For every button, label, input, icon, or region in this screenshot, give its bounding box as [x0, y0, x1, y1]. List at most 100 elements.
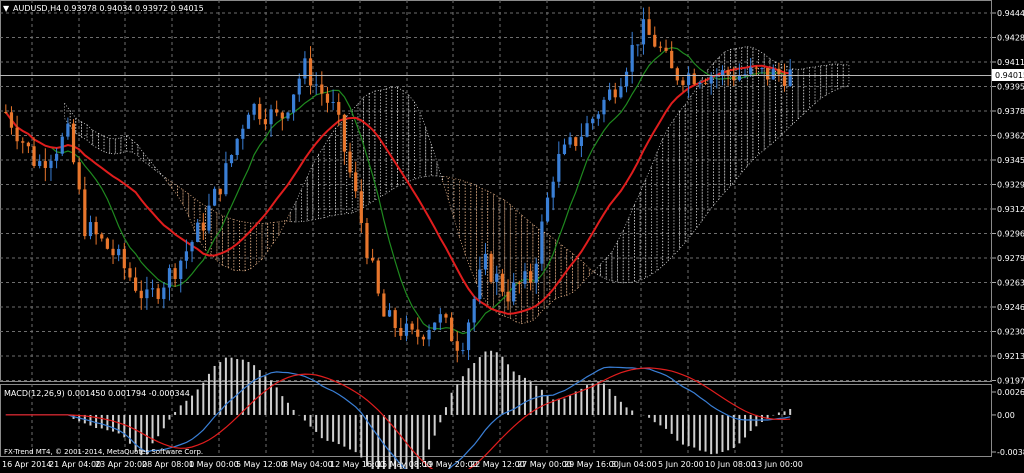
candle-body — [173, 268, 177, 279]
candle-body — [709, 76, 713, 84]
candle-body — [506, 291, 510, 302]
candle-body — [252, 103, 256, 115]
price-tick-label: 0.94280 — [997, 34, 1024, 43]
price-tick-label: 0.92630 — [997, 279, 1024, 288]
candle-body — [591, 118, 595, 124]
chart-canvas[interactable]: 0.94015 0.94445 0.94280 0.94115 0.93950 0.93… — [0, 0, 1024, 473]
candle-body — [399, 328, 403, 336]
candle-body — [196, 222, 200, 242]
time-tick-label: 16 Apr 2014 — [2, 460, 51, 469]
candle-body — [483, 253, 488, 270]
candle-body — [523, 271, 527, 284]
time-tick-label: 1 May 00:00 — [189, 460, 239, 469]
candle-body — [545, 197, 550, 222]
candle-body — [551, 181, 555, 198]
candle-body — [320, 84, 324, 94]
candle-body — [365, 223, 369, 258]
candle-body — [77, 162, 81, 190]
time-tick-label: 5 May 12:00 — [236, 460, 286, 469]
candle-body — [308, 58, 313, 86]
candle-body — [568, 137, 572, 145]
candle-body — [387, 310, 392, 317]
price-tick-label: 0.92465 — [997, 303, 1024, 312]
macd-tick-label: 0.002654 — [997, 388, 1024, 397]
candle-body — [433, 322, 437, 330]
macd-label: MACD(12,26,9) 0.001450 0.001794 -0.00034… — [4, 389, 190, 398]
candle-body — [218, 188, 222, 195]
candle-body — [472, 299, 476, 323]
candle-body — [619, 86, 623, 98]
candle-body — [280, 112, 284, 119]
candle-body — [670, 50, 674, 69]
time-tick-label: 28 Apr 08:00 — [142, 460, 194, 469]
time-tick-label: 5 Jun 20:00 — [658, 460, 704, 469]
candle-body — [325, 93, 330, 103]
trading-chart-window: 0.94015 0.94445 0.94280 0.94115 0.93950 0.93… — [0, 0, 1024, 473]
candle-body — [94, 222, 98, 235]
candle-body — [66, 123, 70, 137]
candle-body — [15, 127, 19, 142]
candle-body — [145, 289, 149, 299]
dropdown-icon[interactable]: ▼ — [3, 4, 10, 13]
candle-body — [60, 136, 64, 154]
candle-body — [438, 314, 442, 323]
time-tick-label: 3 Jun 04:00 — [611, 460, 657, 469]
candle-body — [71, 123, 76, 163]
candle-body — [703, 82, 708, 84]
price-tick-label: 0.92795 — [997, 254, 1024, 263]
candle-body — [100, 234, 104, 239]
candle-body — [201, 222, 205, 231]
candle-body — [726, 70, 730, 76]
candle-body — [314, 84, 318, 86]
candle-body — [630, 44, 634, 72]
candle-body — [150, 288, 155, 290]
candle-body — [4, 112, 8, 114]
candle-body — [246, 114, 251, 129]
candle-body — [213, 188, 217, 206]
candle-body — [529, 271, 533, 283]
candle-body — [766, 68, 770, 80]
candle-body — [664, 47, 668, 51]
price-tick-label: 0.92300 — [997, 328, 1024, 337]
candle-body — [286, 112, 290, 119]
candle-body — [371, 257, 375, 261]
candle-body — [229, 154, 234, 164]
candle-body — [698, 82, 702, 85]
candle-body — [777, 68, 781, 75]
candle-body — [88, 222, 93, 237]
candle-body — [675, 68, 679, 81]
price-tick-label: 0.94115 — [997, 58, 1024, 67]
time-tick-label: 13 Jun 00:00 — [752, 460, 803, 469]
candle-body — [427, 329, 431, 340]
candle-body — [421, 336, 425, 340]
candle-body — [602, 99, 606, 115]
candle-body — [608, 89, 612, 100]
candle-body — [517, 282, 521, 284]
candle-body — [489, 253, 493, 282]
candle-body — [354, 172, 358, 192]
candle-body — [641, 19, 646, 45]
candle-body — [376, 260, 380, 294]
price-tick-label: 0.92960 — [997, 230, 1024, 239]
candle-body — [754, 67, 758, 69]
candle-body — [337, 101, 341, 115]
candle-body — [771, 68, 775, 80]
candle-body — [292, 94, 296, 113]
candle-body — [574, 137, 578, 146]
candle-body — [105, 238, 109, 249]
candle-body — [444, 314, 448, 318]
candle-body — [585, 123, 589, 137]
candle-body — [111, 248, 115, 256]
candle-body — [32, 146, 36, 166]
candle-body — [788, 69, 792, 86]
candle-body — [49, 160, 53, 168]
price-tick-label: 0.93620 — [997, 132, 1024, 141]
candle-body — [534, 263, 538, 283]
candle-body — [455, 341, 459, 351]
candle-body — [38, 161, 42, 166]
time-axis: 16 Apr 201421 Apr 04:0023 Apr 20:0028 Ap… — [2, 460, 803, 469]
candle-body — [207, 205, 211, 231]
candle-body — [224, 163, 228, 195]
candle-body — [613, 89, 617, 98]
candle-body — [9, 112, 14, 128]
